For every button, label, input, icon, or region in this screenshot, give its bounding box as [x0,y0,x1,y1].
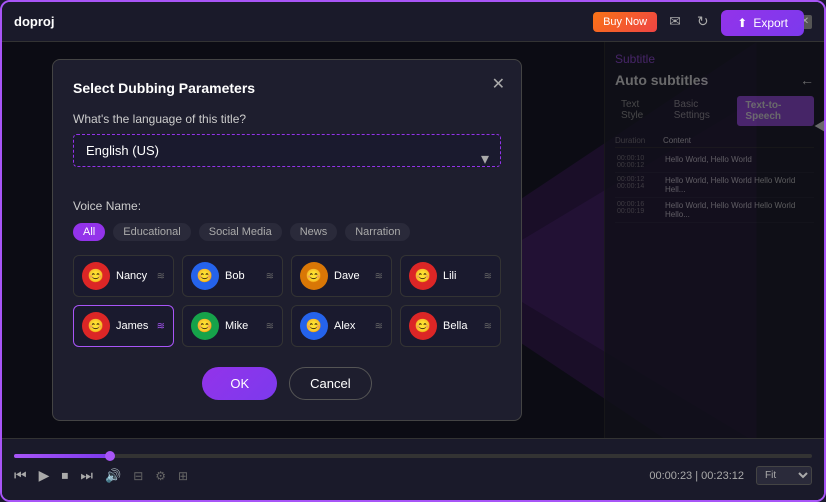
voice-item-dave[interactable]: 😊 Dave ≋ [291,255,392,297]
voice-name-dave: Dave [334,270,369,282]
voice-name-nancy: Nancy [116,270,151,282]
voice-name-label: Voice Name: [73,199,501,213]
voice-avatar-lili: 😊 [409,262,437,290]
dialog-title: Select Dubbing Parameters [73,80,501,96]
voice-avatar-alex: 😊 [300,312,328,340]
voice-item-nancy[interactable]: 😊 Nancy ≋ [73,255,174,297]
bottom-bar: ⏮ ▶ ⏹ ⏭ 🔊 ⊟ ⚙ ⊞ 00:00:23 | 00:23:12 Fit … [2,438,824,500]
voice-waves-alex[interactable]: ≋ [375,321,383,332]
voice-waves-bella[interactable]: ≋ [484,321,492,332]
voice-waves-lili[interactable]: ≋ [484,271,492,282]
voice-item-alex[interactable]: 😊 Alex ≋ [291,305,392,347]
voice-name-alex: Alex [334,320,369,332]
voice-name-mike: Mike [225,320,260,332]
filter-social-media-button[interactable]: Social Media [199,223,282,241]
filter-educational-button[interactable]: Educational [113,223,191,241]
voice-item-bella[interactable]: 😊 Bella ≋ [400,305,501,347]
rewind-button[interactable]: ⏮ [14,467,27,484]
voice-name-bob: Bob [225,270,260,282]
player-controls: ⏮ ▶ ⏹ ⏭ 🔊 ⊟ ⚙ ⊞ 00:00:23 | 00:23:12 Fit … [14,466,812,485]
voice-avatar-bella: 😊 [409,312,437,340]
ok-button[interactable]: OK [202,367,277,400]
language-label: What's the language of this title? [73,112,501,126]
voice-item-mike[interactable]: 😊 Mike ≋ [182,305,283,347]
voice-waves-dave[interactable]: ≋ [375,271,383,282]
filter-row: All Educational Social Media News Narrat… [73,223,501,241]
voice-avatar-james: 😊 [82,312,110,340]
cancel-button[interactable]: Cancel [289,367,371,400]
progress-bar[interactable] [14,454,812,458]
filter-news-button[interactable]: News [290,223,338,241]
voice-name-james: James [116,320,151,332]
voice-item-bob[interactable]: 😊 Bob ≋ [182,255,283,297]
app-logo: doproj [14,14,54,29]
filter-all-button[interactable]: All [73,223,105,241]
voice-waves-james[interactable]: ≋ [157,321,165,332]
voice-waves-nancy[interactable]: ≋ [157,271,165,282]
buy-now-button[interactable]: Buy Now [593,12,657,32]
voice-grid: 😊 Nancy ≋ 😊 Bob ≋ 😊 Dave ≋ [73,255,501,347]
voice-name-lili: Lili [443,270,478,282]
voice-avatar-bob: 😊 [191,262,219,290]
voice-avatar-dave: 😊 [300,262,328,290]
language-select-wrapper: English (US) English (UK) Spanish French… [73,134,501,183]
crop-icon[interactable]: ⊞ [178,469,188,483]
dialog: Select Dubbing Parameters ✕ What's the l… [52,59,522,421]
captions-icon[interactable]: ⊟ [133,469,143,483]
voice-waves-bob[interactable]: ≋ [266,271,274,282]
play-button[interactable]: ▶ [39,467,50,484]
modal-overlay: Select Dubbing Parameters ✕ What's the l… [2,42,824,438]
export-icon: ⬆ [737,16,747,30]
stop-button[interactable]: ⏹ [61,467,68,484]
zoom-select[interactable]: Fit 25% 50% 100% 200% [756,466,812,485]
app-window: doproj Buy Now ✉ ↻ 👤 ─ □ ✕ ⬆ Export [0,0,826,502]
mail-icon[interactable]: ✉ [665,11,685,32]
fast-forward-button[interactable]: ⏭ [80,467,93,484]
language-select[interactable]: English (US) English (UK) Spanish French… [73,134,501,167]
title-bar: doproj Buy Now ✉ ↻ 👤 ─ □ ✕ [2,2,824,42]
voice-avatar-nancy: 😊 [82,262,110,290]
refresh-icon[interactable]: ↻ [693,11,713,32]
settings-icon[interactable]: ⚙ [155,469,166,483]
progress-bar-fill [14,454,110,458]
filter-narration-button[interactable]: Narration [345,223,410,241]
export-button[interactable]: ⬆ Export [721,10,804,36]
title-bar-left: doproj [14,14,54,29]
progress-thumb [105,451,115,461]
voice-item-james[interactable]: 😊 James ≋ [73,305,174,347]
voice-item-lili[interactable]: 😊 Lili ≋ [400,255,501,297]
dialog-close-button[interactable]: ✕ [492,74,505,94]
time-display: 00:00:23 | 00:23:12 [649,470,744,482]
voice-avatar-mike: 😊 [191,312,219,340]
volume-icon[interactable]: 🔊 [105,468,121,484]
dialog-buttons: OK Cancel [73,367,501,400]
voice-waves-mike[interactable]: ≋ [266,321,274,332]
voice-name-bella: Bella [443,320,478,332]
